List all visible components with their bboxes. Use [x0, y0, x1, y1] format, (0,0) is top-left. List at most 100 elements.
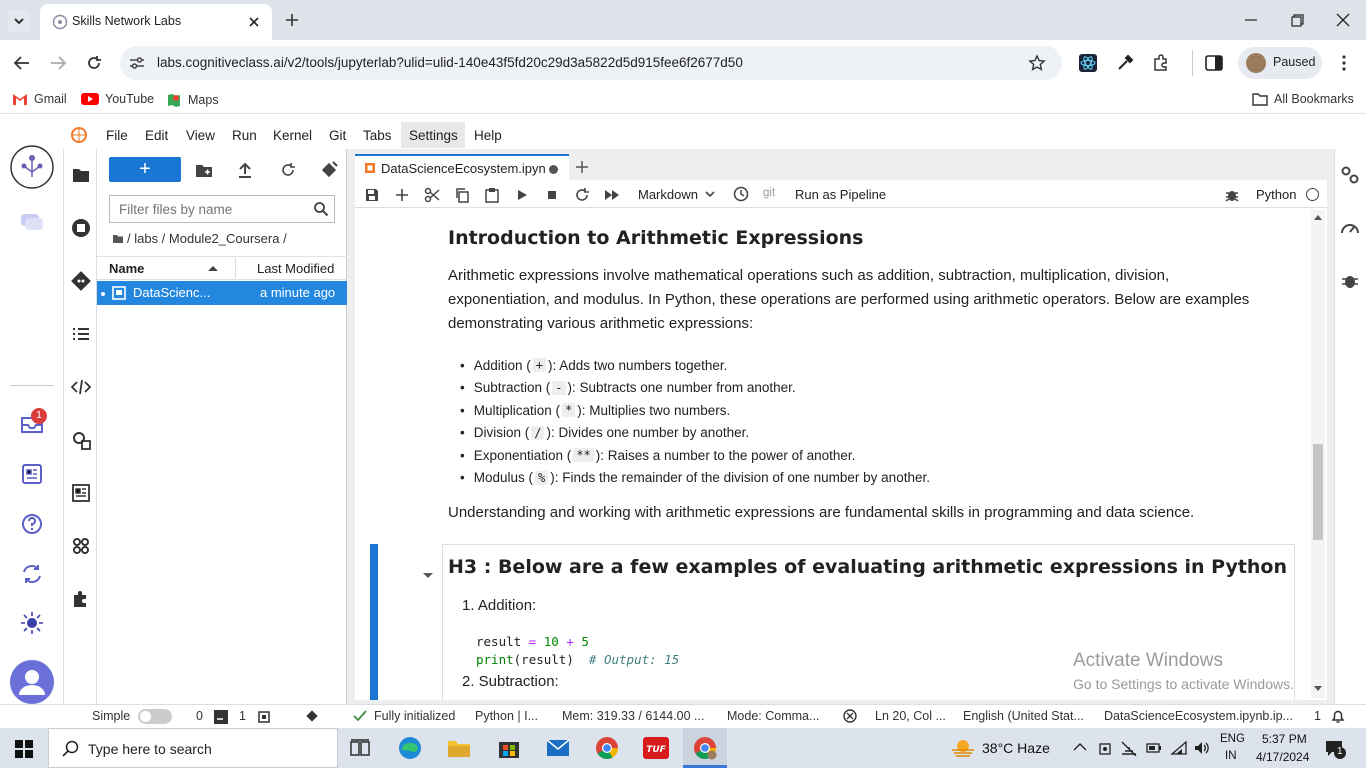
column-last-modified[interactable]: Last Modified: [257, 261, 334, 276]
skills-network-logo-icon[interactable]: [9, 144, 55, 190]
address-bar[interactable]: labs.cognitiveclass.ai/v2/tools/jupyterl…: [120, 46, 1062, 80]
all-bookmarks-button[interactable]: All Bookmarks: [1252, 92, 1354, 106]
shield-icon[interactable]: [843, 709, 857, 723]
table-of-contents-icon[interactable]: [71, 324, 91, 344]
new-folder-icon[interactable]: [194, 160, 214, 180]
cursor-position[interactable]: Ln 20, Col ...: [875, 709, 946, 723]
mail-icon[interactable]: [546, 738, 570, 758]
sync-icon[interactable]: [20, 562, 44, 586]
site-settings-icon[interactable]: [128, 55, 146, 71]
fast-forward-icon[interactable]: [604, 187, 620, 203]
browser-tab[interactable]: Skills Network Labs: [40, 4, 272, 40]
code-icon[interactable]: [71, 377, 91, 397]
file-row[interactable]: DataScienc... a minute ago: [97, 281, 347, 305]
windows-start-icon[interactable]: [15, 740, 33, 758]
kernel-status[interactable]: Python | I...: [475, 709, 538, 723]
forward-icon[interactable]: [48, 54, 68, 72]
insert-cell-icon[interactable]: [394, 187, 410, 203]
build-icon[interactable]: [71, 483, 91, 503]
git-clone-icon[interactable]: [319, 160, 339, 180]
copy-icon[interactable]: [454, 187, 470, 203]
scroll-up-icon[interactable]: [1314, 214, 1322, 220]
kernel-icon[interactable]: [257, 710, 271, 724]
folder-icon[interactable]: [71, 165, 91, 185]
search-icon[interactable]: [313, 201, 329, 217]
run-as-pipeline-button[interactable]: Run as Pipeline: [795, 187, 886, 202]
cut-icon[interactable]: [424, 187, 440, 203]
task-view-icon[interactable]: [350, 738, 370, 758]
sort-up-icon[interactable]: [207, 264, 219, 272]
profile-button[interactable]: Paused: [1238, 47, 1322, 79]
chevron-down-icon[interactable]: [705, 190, 715, 198]
collapse-caret-icon[interactable]: [422, 570, 434, 580]
network-off-icon[interactable]: [1120, 740, 1138, 756]
clock-time[interactable]: 5:37 PM: [1262, 732, 1307, 746]
chrome-icon[interactable]: [595, 736, 619, 760]
window-close-icon[interactable]: [1334, 12, 1352, 28]
menu-view[interactable]: View: [186, 128, 215, 143]
simple-mode-toggle[interactable]: [138, 709, 172, 724]
menu-edit[interactable]: Edit: [145, 128, 168, 143]
language-status[interactable]: English (United Stat...: [963, 709, 1084, 723]
tab-search-button[interactable]: [8, 10, 30, 32]
side-panel-icon[interactable]: [1204, 53, 1224, 73]
file-explorer-icon[interactable]: [447, 736, 471, 760]
extension-manager-icon[interactable]: [71, 589, 91, 609]
menu-git[interactable]: Git: [329, 128, 346, 143]
taskbar-search[interactable]: Type here to search: [48, 728, 338, 768]
url-text[interactable]: labs.cognitiveclass.ai/v2/tools/jupyterl…: [157, 55, 743, 70]
filter-files-input[interactable]: [111, 197, 306, 221]
new-tab-icon[interactable]: [283, 11, 301, 29]
elyra-icon[interactable]: [71, 536, 91, 556]
taskbar-chrome-active[interactable]: [683, 728, 727, 768]
refresh-icon[interactable]: [278, 160, 298, 180]
running-kernels-icon[interactable]: [71, 218, 91, 238]
menu-file[interactable]: File: [106, 128, 128, 143]
git-diff-button[interactable]: git: [763, 187, 775, 199]
clock-date[interactable]: 4/17/2024: [1256, 750, 1309, 764]
document-icon[interactable]: [20, 462, 44, 486]
theme-sun-icon[interactable]: [20, 611, 44, 635]
notebook-scrollbar[interactable]: [1311, 210, 1325, 698]
restart-icon[interactable]: [574, 187, 590, 203]
user-avatar-icon[interactable]: [9, 659, 55, 705]
security-icon[interactable]: [1098, 740, 1112, 756]
bell-icon[interactable]: [1330, 708, 1346, 724]
scroll-down-icon[interactable]: [1314, 686, 1322, 692]
paste-icon[interactable]: [484, 187, 500, 203]
folder-icon[interactable]: [112, 233, 124, 245]
battery-icon[interactable]: [1146, 741, 1162, 755]
input-language[interactable]: ENG: [1220, 733, 1245, 745]
bookmark-gmail[interactable]: Gmail: [12, 92, 67, 106]
input-region[interactable]: IN: [1225, 750, 1237, 762]
menu-tabs[interactable]: Tabs: [363, 128, 392, 143]
bookmark-youtube[interactable]: YouTube: [81, 92, 154, 106]
kernel-name[interactable]: Python: [1256, 187, 1296, 202]
notebook-tab[interactable]: DataScienceEcosystem.ipyn: [355, 154, 569, 180]
volume-icon[interactable]: [1193, 740, 1211, 756]
menu-kernel[interactable]: Kernel: [273, 128, 312, 143]
store-icon[interactable]: [497, 736, 521, 760]
save-icon[interactable]: [364, 187, 380, 203]
kernels-count[interactable]: 1: [239, 709, 246, 723]
breadcrumb[interactable]: / labs / Module2_Coursera /: [127, 231, 287, 246]
eyedropper-icon[interactable]: [1115, 53, 1135, 73]
back-icon[interactable]: [12, 54, 32, 72]
chevron-up-icon[interactable]: [1073, 742, 1087, 752]
resource-gauge-icon[interactable]: [1340, 218, 1360, 238]
edge-icon[interactable]: [398, 736, 422, 760]
minimize-icon[interactable]: [1242, 12, 1260, 28]
upload-icon[interactable]: [236, 160, 254, 180]
terminals-count[interactable]: 0: [196, 709, 203, 723]
property-inspector-icon[interactable]: [71, 430, 91, 450]
new-tab-icon[interactable]: [573, 158, 591, 176]
bookmark-maps[interactable]: Maps: [166, 92, 219, 108]
help-icon[interactable]: [20, 512, 44, 536]
extensions-icon[interactable]: [1151, 53, 1171, 73]
tuf-gaming-icon[interactable]: TUF: [643, 737, 669, 759]
chat-icon[interactable]: [19, 210, 45, 234]
reload-icon[interactable]: [84, 53, 104, 73]
restore-icon[interactable]: [1288, 12, 1306, 28]
cell-type-select[interactable]: Markdown: [638, 187, 698, 202]
new-launcher-button[interactable]: +: [109, 157, 181, 182]
